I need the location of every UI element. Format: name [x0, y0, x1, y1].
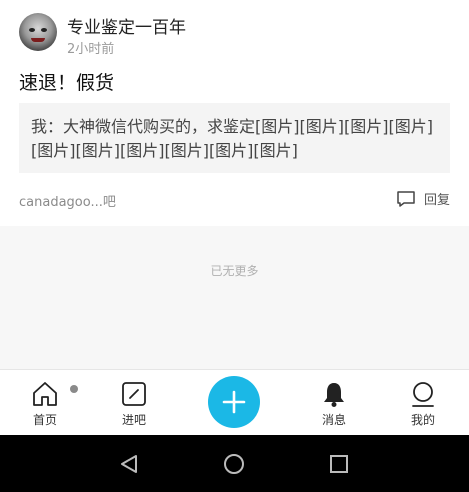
quoted-post[interactable]: 我：大神微信代购买的，求鉴定[图片][图片][图片][图片][图片][图片][图… — [19, 103, 450, 173]
post-time: 2小时前 — [67, 42, 115, 57]
system-navigation-bar — [0, 435, 469, 492]
tab-label: 消息 — [321, 413, 346, 427]
comment-icon — [397, 190, 415, 207]
no-more-text: 已无更多 — [210, 264, 259, 278]
avatar-mouth — [31, 38, 45, 42]
recents-icon[interactable] — [328, 453, 350, 475]
username[interactable]: 专业鉴定一百年 — [67, 13, 186, 38]
tab-enter-forum[interactable]: 进吧 — [104, 380, 164, 428]
tab-home[interactable]: 首页 — [15, 380, 78, 428]
back-icon[interactable] — [118, 453, 140, 475]
profile-icon — [412, 382, 434, 407]
tab-profile[interactable]: 我的 — [393, 380, 453, 428]
home-circle-icon[interactable] — [223, 453, 245, 475]
tab-label: 进吧 — [121, 413, 146, 427]
bell-icon — [324, 383, 344, 407]
post-title[interactable]: 速退！假货 — [19, 68, 114, 95]
forum-source[interactable]: canadagoo...吧 — [19, 191, 116, 210]
tab-label: 我的 — [410, 413, 435, 427]
create-post-button[interactable] — [208, 376, 260, 428]
reply-button[interactable]: 回复 — [396, 189, 450, 208]
home-icon — [33, 382, 57, 406]
tab-messages[interactable]: 消息 — [304, 380, 364, 428]
post-card[interactable]: 专业鉴定一百年 2小时前 速退！假货 我：大神微信代购买的，求鉴定[图片][图片… — [0, 0, 469, 226]
enter-forum-icon — [122, 382, 146, 406]
reply-label: 回复 — [423, 193, 450, 208]
avatar-eye — [29, 28, 35, 32]
quoted-text: 我：大神微信代购买的，求鉴定[图片][图片][图片][图片][图片][图片][图… — [31, 117, 433, 160]
notification-dot — [70, 385, 78, 393]
tab-label: 首页 — [32, 413, 57, 427]
avatar[interactable] — [19, 13, 57, 51]
avatar-eye — [41, 28, 47, 32]
plus-icon — [222, 390, 246, 414]
